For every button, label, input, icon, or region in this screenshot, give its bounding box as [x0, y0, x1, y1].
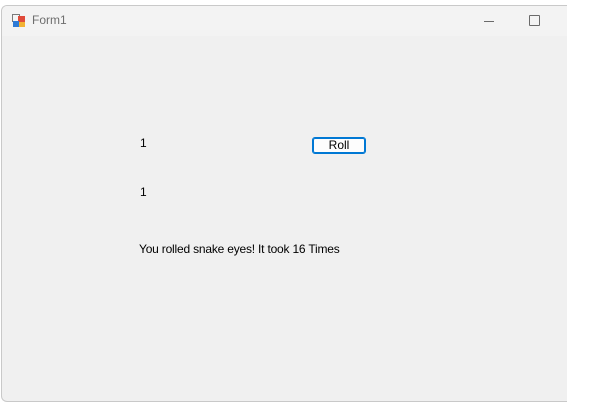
- result-label: You rolled snake eyes! It took 16 Times: [139, 242, 340, 256]
- minimize-button[interactable]: [466, 6, 512, 36]
- window-title: Form1: [32, 13, 67, 27]
- form1-window: Form1 1 Roll 1 You rolled snake eyes! It…: [1, 5, 567, 402]
- maximize-button[interactable]: [511, 6, 557, 36]
- app-icon: [12, 14, 26, 28]
- maximize-icon: [529, 15, 540, 26]
- roll-button[interactable]: Roll: [312, 137, 366, 154]
- title-bar[interactable]: Form1: [2, 6, 567, 36]
- die2-label: 1: [140, 185, 147, 199]
- minimize-icon: [484, 21, 494, 22]
- die1-label: 1: [140, 136, 147, 150]
